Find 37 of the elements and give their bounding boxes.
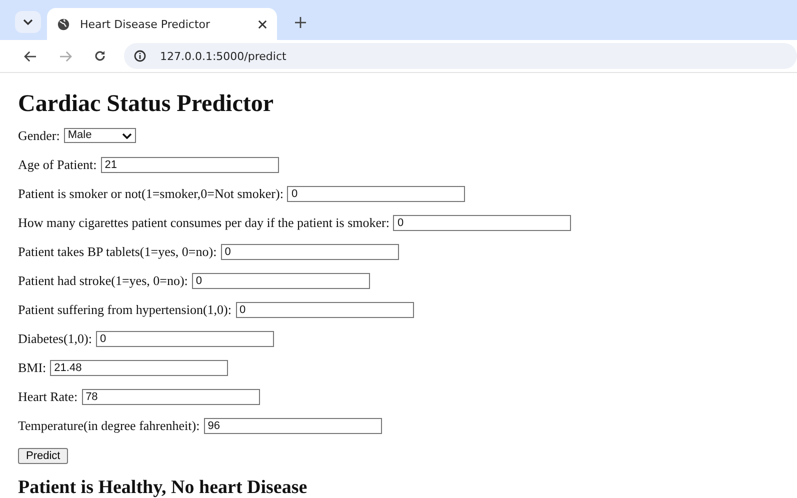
address-bar[interactable]: 127.0.0.1:5000/predict [124, 43, 797, 69]
field-label: Gender: [18, 128, 60, 144]
input-field[interactable]: 0 [192, 272, 370, 288]
globe-icon [57, 18, 70, 30]
info-icon [134, 50, 146, 62]
field-label: BMI: [18, 360, 46, 376]
field-label: Patient takes BP tablets(1=yes, 0=no): [18, 244, 217, 260]
field-label: Patient suffering from hypertension(1,0): [18, 302, 232, 318]
tab-title: Heart Disease Predictor [80, 18, 212, 30]
tab-list-button[interactable] [15, 11, 41, 33]
browser-tab[interactable]: Heart Disease Predictor [47, 8, 277, 40]
chevron-down-icon [122, 132, 132, 138]
input-field[interactable]: 0 [96, 330, 274, 346]
field-label: Diabetes(1,0): [18, 330, 92, 346]
page-title: Cardiac Status Predictor [18, 90, 275, 119]
new-tab-icon[interactable] [295, 17, 306, 28]
input-field[interactable]: 96 [204, 418, 382, 434]
input-field[interactable]: 0 [220, 244, 399, 260]
input-field[interactable]: 0 [287, 186, 466, 202]
input-field[interactable]: 78 [82, 388, 260, 404]
close-icon[interactable] [258, 20, 267, 28]
field-label: How many cigarettes patient consumes per day if the patient is smoker: [18, 214, 390, 230]
input-field[interactable]: 0 [236, 302, 414, 318]
back-icon[interactable] [24, 50, 37, 62]
field-label: Heart Rate: [18, 388, 78, 404]
reload-icon[interactable] [94, 50, 106, 62]
input-field[interactable]: 0 [393, 214, 572, 230]
predict-button[interactable]: Predict [18, 448, 68, 464]
chevron-down-icon [23, 19, 33, 25]
field-label: Temperature(in degree fahrenheit): [18, 418, 200, 434]
gender-dropdown[interactable]: Male [64, 128, 136, 143]
input-field[interactable]: 21.48 [50, 360, 228, 376]
result-message: Patient is Healthy, No heart Disease [18, 477, 308, 498]
field-label: Patient is smoker or not(1=smoker,0=Not smoker): [18, 186, 284, 202]
field-label: Patient had stroke(1=yes, 0=no): [18, 272, 188, 288]
field-label: Age of Patient: [18, 156, 97, 172]
input-field[interactable]: 21 [100, 156, 279, 172]
